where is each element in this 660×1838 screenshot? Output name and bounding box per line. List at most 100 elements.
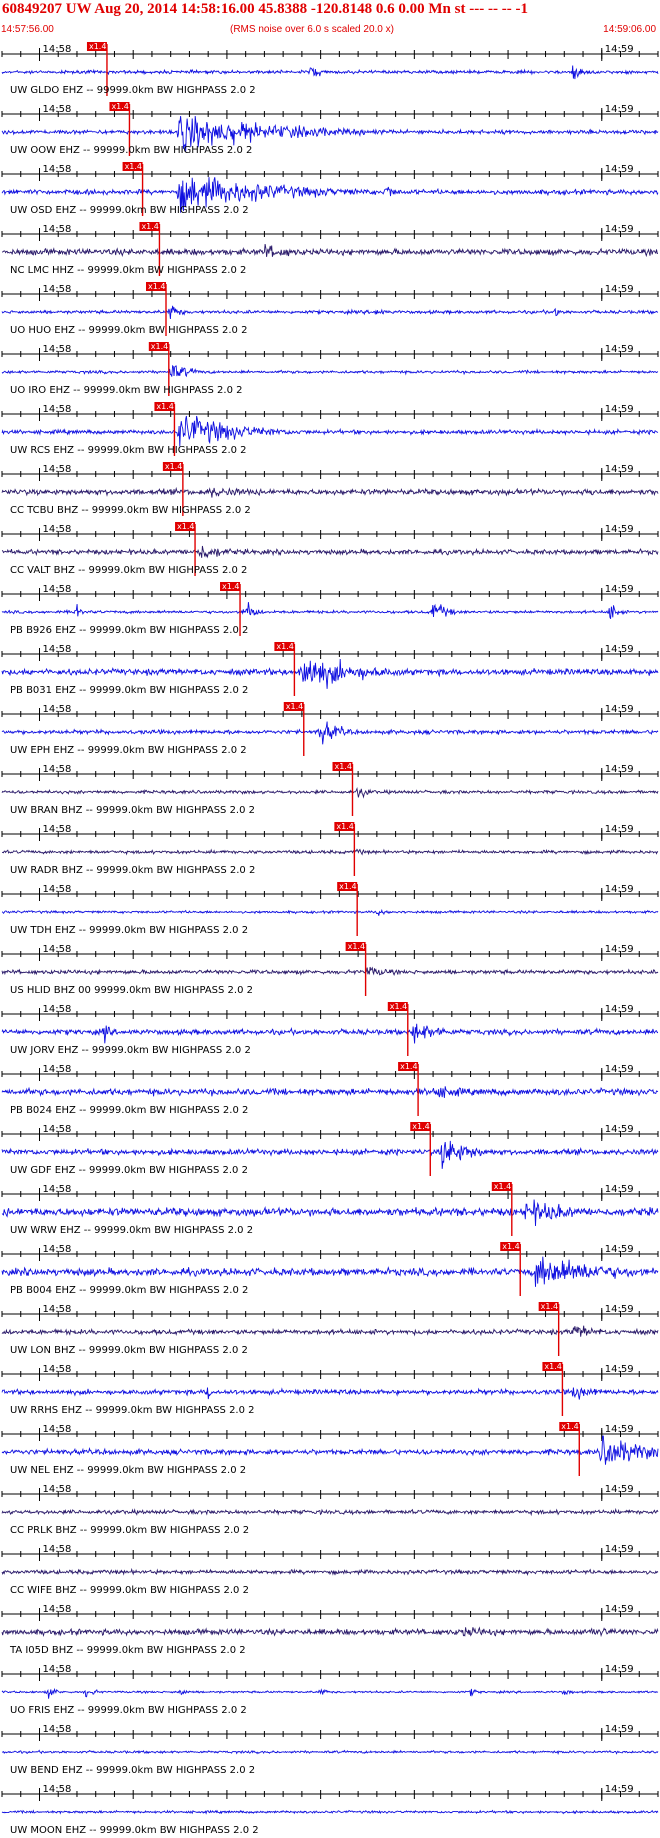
pick-label: x1.4 (336, 822, 353, 831)
waveform-trace (1, 1387, 659, 1400)
minute-tick-label: 14:58 (42, 164, 71, 175)
waveform-trace (1, 1809, 659, 1815)
pick-label: x1.4 (177, 522, 194, 531)
waveform-trace (1, 545, 659, 559)
minute-tick-label: 14:59 (605, 1604, 634, 1615)
minute-tick-label: 14:59 (605, 824, 634, 835)
station-label: CC PRLK BHZ -- 99999.0km BW HIGHPASS 2.0… (10, 1525, 249, 1536)
waveform-trace (1, 602, 659, 619)
pick-label: x1.4 (334, 762, 351, 771)
station-label: UW RADR BHZ -- 99999.0km BW HIGHPASS 2.0… (10, 865, 255, 876)
pick-label: x1.4 (390, 1002, 407, 1011)
minute-tick-label: 14:59 (605, 464, 634, 475)
minute-tick-label: 14:59 (605, 1364, 634, 1375)
waveform-trace (1, 1435, 659, 1465)
minute-tick-label: 14:59 (605, 224, 634, 235)
minute-tick-label: 14:59 (605, 104, 634, 115)
waveform-trace (1, 305, 659, 320)
pick-label: x1.4 (412, 1122, 429, 1131)
minute-tick-label: 14:59 (605, 1304, 634, 1315)
pick-label: x1.4 (125, 162, 142, 171)
minute-tick-label: 14:59 (605, 944, 634, 955)
minute-tick-label: 14:59 (605, 884, 634, 895)
minute-tick-label: 14:59 (605, 1724, 634, 1735)
station-label: PB B926 EHZ -- 99999.0km BW HIGHPASS 2.0… (10, 625, 248, 636)
waveform-trace (1, 1256, 659, 1287)
waveform-trace (1, 848, 659, 856)
station-label: UW NEL EHZ -- 99999.0km BW HIGHPASS 2.0 … (10, 1465, 246, 1476)
waveform-trace (1, 966, 659, 976)
minute-tick-label: 14:58 (42, 884, 71, 895)
waveform-trace (1, 1567, 659, 1576)
minute-tick-label: 14:58 (42, 464, 71, 475)
station-label: UW GLDO EHZ -- 99999.0km BW HIGHPASS 2.0… (10, 85, 256, 96)
waveform-trace (1, 244, 658, 258)
minute-tick-label: 14:58 (42, 764, 71, 775)
station-label: PB B004 EHZ -- 99999.0km BW HIGHPASS 2.0… (10, 1285, 248, 1296)
pick-label: x1.4 (222, 582, 239, 591)
minute-tick-label: 14:58 (42, 1784, 71, 1795)
pick-label: x1.4 (151, 342, 168, 351)
pick-label: x1.4 (400, 1062, 417, 1071)
end-time-label: 14:59:06.00 (603, 24, 656, 35)
station-label: UW BEND EHZ -- 99999.0km BW HIGHPASS 2.0… (10, 1765, 255, 1776)
minute-tick-label: 14:58 (42, 1064, 71, 1075)
station-label: PB B024 EHZ -- 99999.0km BW HIGHPASS 2.0… (10, 1105, 248, 1116)
station-label: UW MOON EHZ -- 99999.0km BW HIGHPASS 2.0… (10, 1825, 259, 1836)
station-label: UW RCS EHZ -- 99999.0km BW HIGHPASS 2.0 … (10, 445, 247, 456)
station-label: UW BRAN BHZ -- 99999.0km BW HIGHPASS 2.0… (10, 805, 255, 816)
minute-tick-label: 14:59 (605, 1424, 634, 1435)
minute-tick-label: 14:59 (605, 44, 634, 55)
minute-tick-label: 14:59 (605, 524, 634, 535)
minute-tick-label: 14:59 (605, 404, 634, 415)
pick-label: x1.4 (494, 1182, 511, 1191)
waveform-trace (1, 1199, 659, 1227)
minute-tick-label: 14:59 (605, 1184, 634, 1195)
minute-tick-label: 14:58 (42, 824, 71, 835)
station-label: US HLID BHZ 00 99999.0km BW HIGHPASS 2.0… (10, 985, 253, 996)
station-label: UW EPH EHZ -- 99999.0km BW HIGHPASS 2.0 … (10, 745, 247, 756)
waveform-trace (1, 721, 659, 745)
minute-tick-label: 14:59 (605, 1064, 634, 1075)
station-label: UW OOW EHZ -- 99999.0km BW HIGHPASS 2.0 … (10, 145, 252, 156)
station-label: UW WRW EHZ -- 99999.0km BW HIGHPASS 2.0 … (10, 1225, 253, 1236)
minute-tick-label: 14:59 (605, 284, 634, 295)
minute-tick-label: 14:58 (42, 404, 71, 415)
pick-label: x1.4 (165, 462, 182, 471)
station-label: UW TDH EHZ -- 99999.0km BW HIGHPASS 2.0 … (10, 925, 248, 936)
minute-tick-label: 14:58 (42, 344, 71, 355)
minute-tick-label: 14:58 (42, 1304, 71, 1315)
minute-tick-label: 14:59 (605, 1004, 634, 1015)
waveform-trace (1, 486, 659, 498)
minute-tick-label: 14:59 (605, 1664, 634, 1675)
waveform-trace (1, 1325, 659, 1337)
minute-tick-label: 14:58 (42, 284, 71, 295)
minute-tick-label: 14:58 (42, 224, 71, 235)
pick-label: x1.4 (111, 102, 128, 111)
minute-tick-label: 14:58 (42, 1004, 71, 1015)
minute-tick-label: 14:59 (605, 344, 634, 355)
waveform-trace (1, 1626, 659, 1638)
station-label: UO FRIS EHZ -- 99999.0km BW HIGHPASS 2.0… (10, 1705, 247, 1716)
minute-tick-label: 14:59 (605, 584, 634, 595)
minute-tick-label: 14:58 (42, 44, 71, 55)
minute-tick-label: 14:59 (605, 1784, 634, 1795)
minute-tick-label: 14:58 (42, 104, 71, 115)
station-label: NC LMC HHZ -- 99999.0km BW HIGHPASS 2.0 … (10, 265, 246, 276)
scaling-note: (RMS noise over 6.0 s scaled 20.0 x) (230, 24, 394, 35)
minute-tick-label: 14:58 (42, 1244, 71, 1255)
pick-label: x1.4 (502, 1242, 519, 1251)
station-label: CC TCBU BHZ -- 99999.0km BW HIGHPASS 2.0… (10, 505, 251, 516)
pick-label: x1.4 (339, 882, 356, 891)
minute-tick-label: 14:58 (42, 1364, 71, 1375)
event-title: 60849207 UW Aug 20, 2014 14:58:16.00 45.… (2, 1, 528, 17)
minute-tick-label: 14:59 (605, 704, 634, 715)
station-label: UO IRO EHZ -- 99999.0km BW HIGHPASS 2.0 … (10, 385, 243, 396)
minute-tick-label: 14:59 (605, 164, 634, 175)
station-label: CC VALT BHZ -- 99999.0km BW HIGHPASS 2.0… (10, 565, 247, 576)
waveform-trace (1, 65, 659, 80)
minute-tick-label: 14:58 (42, 1424, 71, 1435)
minute-tick-label: 14:59 (605, 1484, 634, 1495)
minute-tick-label: 14:58 (42, 584, 71, 595)
station-label: UW RRHS EHZ -- 99999.0km BW HIGHPASS 2.0… (10, 1405, 255, 1416)
